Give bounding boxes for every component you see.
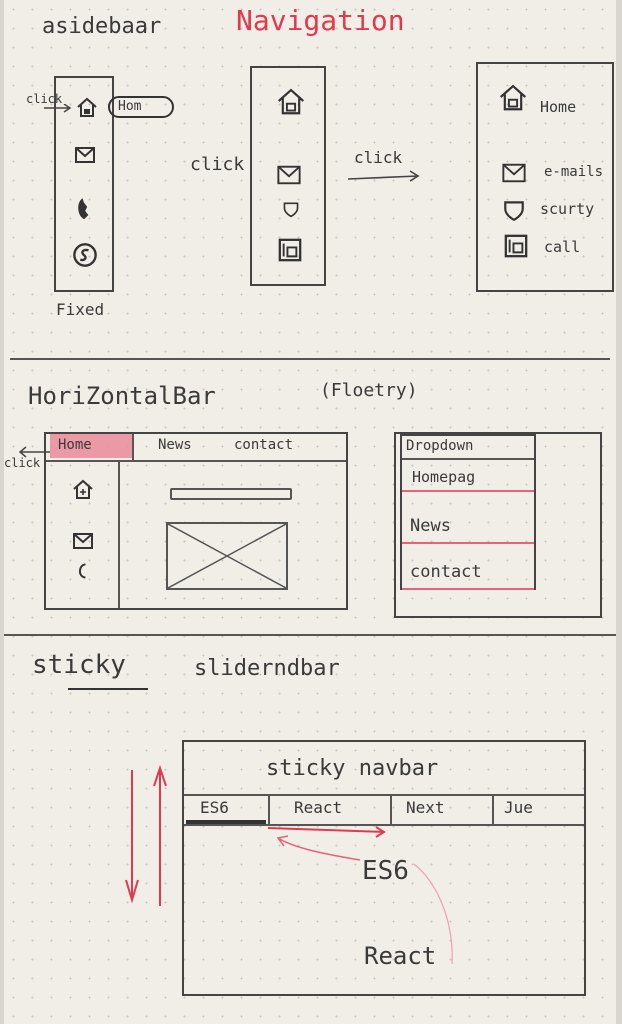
phone-icon[interactable] xyxy=(274,236,306,264)
content-react: React xyxy=(364,942,437,970)
section-divider xyxy=(4,634,616,636)
shield-icon[interactable] xyxy=(502,198,526,222)
dropdown-separator xyxy=(402,542,534,544)
sticky-underline xyxy=(68,688,148,690)
phone-icon[interactable] xyxy=(76,198,98,220)
tab-react[interactable]: React xyxy=(294,798,342,817)
section-title-navigation: Navigation xyxy=(236,4,405,37)
click-label: click xyxy=(4,456,41,470)
security-icon[interactable] xyxy=(72,242,98,268)
home-tooltip: Hom xyxy=(108,96,174,118)
sticky-navbar-frame: sticky navbar ES6 React Next Jue ES6 Rea… xyxy=(182,740,586,996)
tab-divider xyxy=(268,794,270,824)
nav-item-home[interactable]: Home xyxy=(540,98,576,116)
mail-icon[interactable] xyxy=(74,144,96,166)
fixed-sidebar[interactable] xyxy=(54,76,114,292)
home-icon[interactable] xyxy=(76,96,98,118)
tab-divider xyxy=(132,434,134,460)
phone-icon[interactable] xyxy=(502,232,530,260)
dropdown-menu[interactable]: Dropdown Homepag News contact xyxy=(400,434,536,590)
tab-bar-bottom xyxy=(46,460,346,462)
nav-item-call[interactable]: call xyxy=(544,238,580,256)
nav-item-emails[interactable]: e-mails xyxy=(544,164,603,180)
home-icon[interactable] xyxy=(72,478,94,500)
section-title-horizontal: HoriZontalBar xyxy=(28,382,216,410)
tab-home[interactable]: Home xyxy=(58,437,92,453)
image-placeholder xyxy=(166,522,288,590)
dropdown-item-contact[interactable]: contact xyxy=(410,562,482,582)
content-text-placeholder xyxy=(170,488,292,500)
section-title-floating: (Floetry) xyxy=(320,380,418,401)
nav-item-security[interactable]: scurty xyxy=(540,200,594,218)
fixed-caption: Fixed xyxy=(56,300,105,319)
dropdown-item-homepage[interactable]: Homepag xyxy=(412,468,475,486)
tab-divider xyxy=(492,794,494,824)
arrow-click-label: click xyxy=(354,148,403,167)
right-arrow-icon xyxy=(348,170,420,182)
tab-next[interactable]: Next xyxy=(406,798,445,817)
sticky-frame-title: sticky navbar xyxy=(266,756,439,781)
home-icon[interactable] xyxy=(276,86,306,116)
tab-divider xyxy=(390,794,392,824)
section-title-slider: sliderndbar xyxy=(194,656,340,681)
phone-icon[interactable] xyxy=(74,562,92,580)
navbar-top-line xyxy=(184,794,584,796)
horizontal-bar-frame: Home News contact xyxy=(44,432,348,610)
dropdown-separator xyxy=(402,490,534,492)
middle-click-label: click xyxy=(190,154,245,175)
tab-vue[interactable]: Jue xyxy=(504,798,533,817)
tab-news[interactable]: News xyxy=(158,437,192,453)
section-divider xyxy=(10,358,610,360)
dropdown-frame: Dropdown Homepag News contact xyxy=(394,432,602,618)
section-title-asidebar: asidebaar xyxy=(42,14,162,39)
scroll-arrows-icon xyxy=(125,764,167,906)
tab-es6[interactable]: ES6 xyxy=(200,798,229,817)
expanded-sidebar[interactable]: Home e-mails scurty call xyxy=(476,62,614,292)
clicked-sidebar[interactable] xyxy=(250,66,326,286)
shield-icon[interactable] xyxy=(282,200,300,218)
mail-icon[interactable] xyxy=(498,160,530,186)
dropdown-separator xyxy=(402,588,534,590)
content-es6: ES6 xyxy=(362,856,409,886)
section-title-sticky: sticky xyxy=(32,650,126,680)
dropdown-item-news[interactable]: News xyxy=(410,516,451,536)
side-panel-divider xyxy=(118,460,120,608)
tab-contact[interactable]: contact xyxy=(234,437,293,453)
home-icon[interactable] xyxy=(498,82,528,112)
notebook-page: asidebaar Navigation click Hom Fixed cli… xyxy=(4,0,616,1024)
mail-icon[interactable] xyxy=(274,162,304,188)
mail-icon[interactable] xyxy=(72,530,94,552)
dropdown-header-line xyxy=(402,458,534,460)
dropdown-header[interactable]: Dropdown xyxy=(406,438,473,454)
